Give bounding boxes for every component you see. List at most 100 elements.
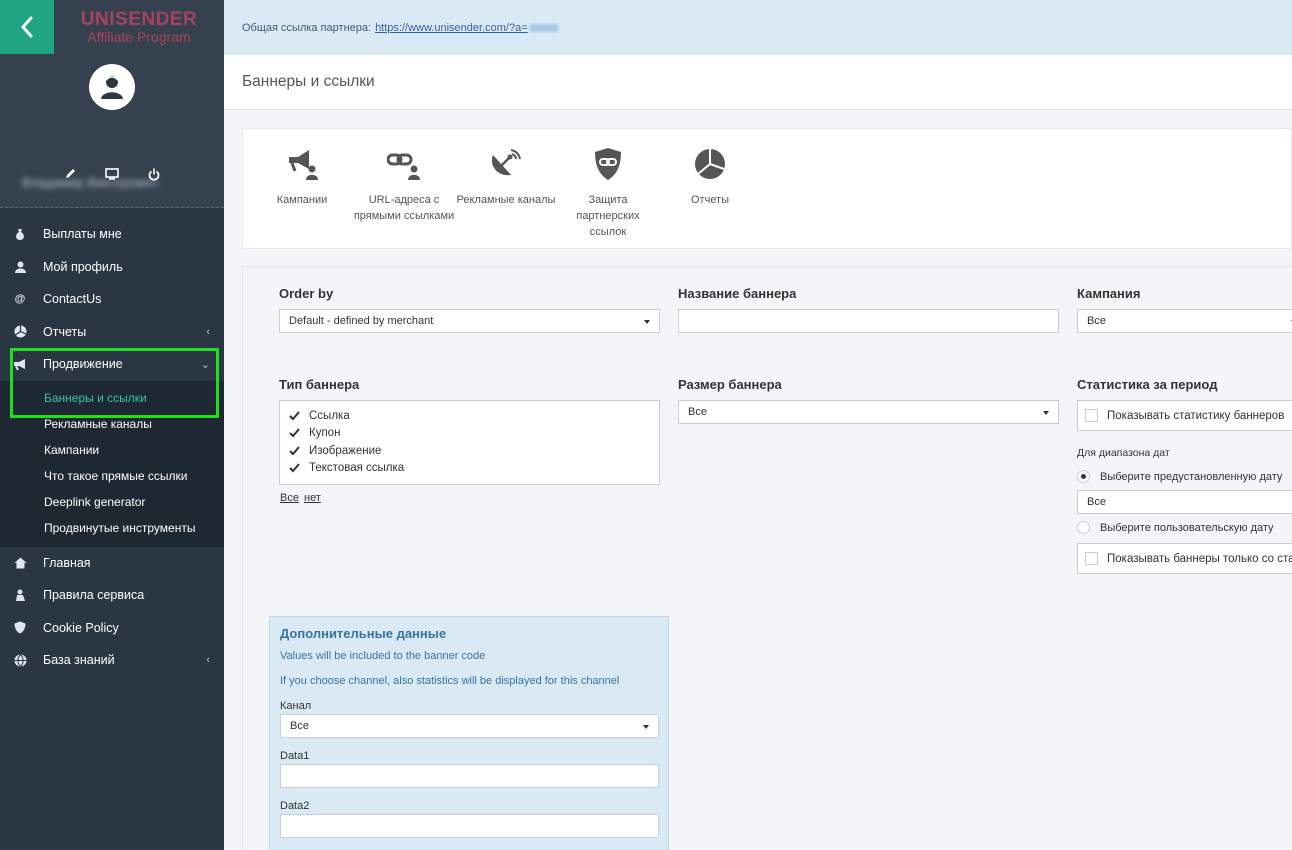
- checkbox-icon: [1085, 552, 1098, 565]
- submenu-item-deeplink[interactable]: Deeplink generator: [0, 489, 224, 515]
- tool-reports[interactable]: Отчеты: [659, 147, 761, 248]
- tool-label: Рекламные каналы: [456, 194, 556, 206]
- logout-button[interactable]: [146, 166, 162, 182]
- preset-date-select[interactable]: Все: [1077, 490, 1292, 514]
- menu-item-payments[interactable]: Выплаты мне: [0, 218, 224, 251]
- logo[interactable]: UNISENDER Affiliate Program: [54, 0, 224, 54]
- back-button[interactable]: [0, 0, 54, 54]
- show-stats-checkbox[interactable]: Показывать статистику баннеров: [1077, 400, 1292, 431]
- submenu-item-campaigns[interactable]: Кампании: [0, 437, 224, 463]
- tool-campaigns[interactable]: Кампании: [251, 147, 353, 248]
- tool-ad-channels[interactable]: Рекламные каналы: [455, 147, 557, 248]
- checkbox-label: Показывать статистику баннеров: [1107, 409, 1285, 422]
- banner-size-label: Размер баннера: [678, 377, 782, 392]
- tool-label: Кампании: [276, 194, 328, 206]
- channel-label: Канал: [280, 700, 312, 712]
- extra-data-note: If you choose channel, also statistics w…: [280, 675, 620, 687]
- custom-date-radio[interactable]: Выберите пользовательскую дату: [1077, 521, 1274, 534]
- checkbox-icon: [1085, 409, 1098, 422]
- satellite-icon: [491, 149, 521, 176]
- banner-name-input[interactable]: [678, 309, 1059, 333]
- menu-item-reports[interactable]: Отчеты ‹: [0, 316, 224, 349]
- tool-label: URL-адреса с прямыми ссылками: [353, 194, 455, 222]
- globe-icon: [13, 653, 27, 667]
- campaign-select[interactable]: Все: [1077, 309, 1292, 333]
- banner-type-option[interactable]: Текстовая ссылка: [280, 460, 659, 478]
- profile-actions: [0, 166, 224, 182]
- menu-item-cookie-policy[interactable]: Cookie Policy: [0, 612, 224, 645]
- select-all-link[interactable]: Все: [280, 492, 299, 504]
- rules-icon: [13, 588, 27, 602]
- banner-type-option[interactable]: Ссылка: [280, 407, 659, 425]
- option-label: Ссылка: [309, 409, 350, 422]
- option-label: Текстовая ссылка: [309, 462, 405, 475]
- extra-data-note: Values will be included to the banner co…: [280, 650, 486, 662]
- checkbox-label: Показывать баннеры только со статистикой: [1107, 552, 1292, 565]
- tool-link-protection[interactable]: Защита партнерских ссылок: [557, 147, 659, 248]
- channel-select[interactable]: Все: [280, 714, 659, 738]
- banner-type-label: Тип баннера: [279, 377, 360, 392]
- masked-partner-id: [529, 23, 558, 32]
- tools-panel: Кампании URL-адреса с прямыми ссылками Р…: [242, 128, 1292, 249]
- extra-data-panel: Дополнительные данные Values will be inc…: [269, 616, 669, 850]
- pie-chart-icon: [13, 325, 27, 339]
- user-icon: [13, 260, 27, 274]
- radio-label: Выберите пользовательскую дату: [1100, 521, 1274, 534]
- stats-period-label: Статистика за период: [1077, 377, 1218, 392]
- chevron-left-icon: ‹: [206, 654, 210, 666]
- campaign-label: Кампания: [1077, 286, 1141, 301]
- menu-item-home[interactable]: Главная: [0, 547, 224, 580]
- only-with-stats-checkbox[interactable]: Показывать баннеры только со статистикой: [1077, 543, 1292, 574]
- data2-input[interactable]: [280, 814, 659, 838]
- menu-label: Выплаты мне: [43, 227, 122, 242]
- menu-label: Отчеты: [43, 324, 87, 339]
- highlight-box: [10, 348, 219, 418]
- logo-subtitle: Affiliate Program: [87, 29, 191, 45]
- partner-link-label: Общая ссылка партнера:: [242, 21, 372, 34]
- menu-item-profile[interactable]: Мой профиль: [0, 251, 224, 284]
- order-by-label: Order by: [279, 286, 334, 301]
- shield-icon: [13, 621, 27, 635]
- option-label: Изображение: [309, 444, 382, 457]
- edit-profile-button[interactable]: [62, 166, 78, 182]
- menu-label: Cookie Policy: [43, 620, 119, 635]
- check-icon: [288, 445, 300, 457]
- pencil-icon: [66, 169, 75, 178]
- banner-type-option[interactable]: Изображение: [280, 442, 659, 460]
- data1-input[interactable]: [280, 764, 659, 788]
- avatar[interactable]: [89, 64, 135, 110]
- date-range-label: Для диапазона дат: [1077, 447, 1170, 459]
- banner-type-list: Ссылка Купон Изображение Текстовая ссылк…: [279, 400, 660, 485]
- pie-chart-icon: [695, 149, 725, 179]
- banner-name-label: Название баннера: [678, 286, 797, 301]
- sidebar-header: UNISENDER Affiliate Program: [0, 0, 224, 54]
- submenu-item-direct-links[interactable]: Что такое прямые ссылки: [0, 463, 224, 489]
- submenu-item-advanced-tools[interactable]: Продвинутые инструменты: [0, 515, 224, 541]
- chevron-left-icon: [21, 16, 33, 38]
- menu-item-contactus[interactable]: @ ContactUs: [0, 283, 224, 316]
- menu-label: Правила сервиса: [43, 588, 145, 603]
- at-icon: @: [14, 293, 26, 306]
- option-label: Купон: [309, 427, 341, 440]
- menu-item-rules[interactable]: Правила сервиса: [0, 579, 224, 612]
- chevron-left-icon: ‹: [206, 325, 210, 338]
- screen-button[interactable]: [104, 166, 120, 182]
- select-none-link[interactable]: нет: [304, 492, 321, 504]
- menu-label: Мой профиль: [43, 259, 123, 274]
- banner-size-select[interactable]: Все: [678, 400, 1059, 424]
- order-by-select[interactable]: Default - defined by merchant: [279, 309, 660, 333]
- menu-label: ContactUs: [43, 292, 102, 307]
- power-icon: [148, 168, 160, 181]
- tool-label: Отчеты: [690, 194, 730, 206]
- radio-label: Выберите предустановленную дату: [1100, 470, 1283, 483]
- extra-data-title: Дополнительные данные: [280, 626, 447, 641]
- menu-item-knowledge-base[interactable]: База знаний ‹: [0, 644, 224, 677]
- menu-label: База знаний: [43, 653, 115, 668]
- sidebar-divider: [0, 207, 224, 208]
- shield-link-icon: [595, 148, 621, 180]
- tool-direct-urls[interactable]: URL-адреса с прямыми ссылками: [353, 147, 455, 248]
- banner-type-option[interactable]: Купон: [280, 425, 659, 443]
- partner-link[interactable]: https://www.unisender.com/?a=: [375, 22, 528, 34]
- data2-label: Data2: [280, 800, 310, 812]
- preset-date-radio[interactable]: Выберите предустановленную дату: [1077, 470, 1282, 483]
